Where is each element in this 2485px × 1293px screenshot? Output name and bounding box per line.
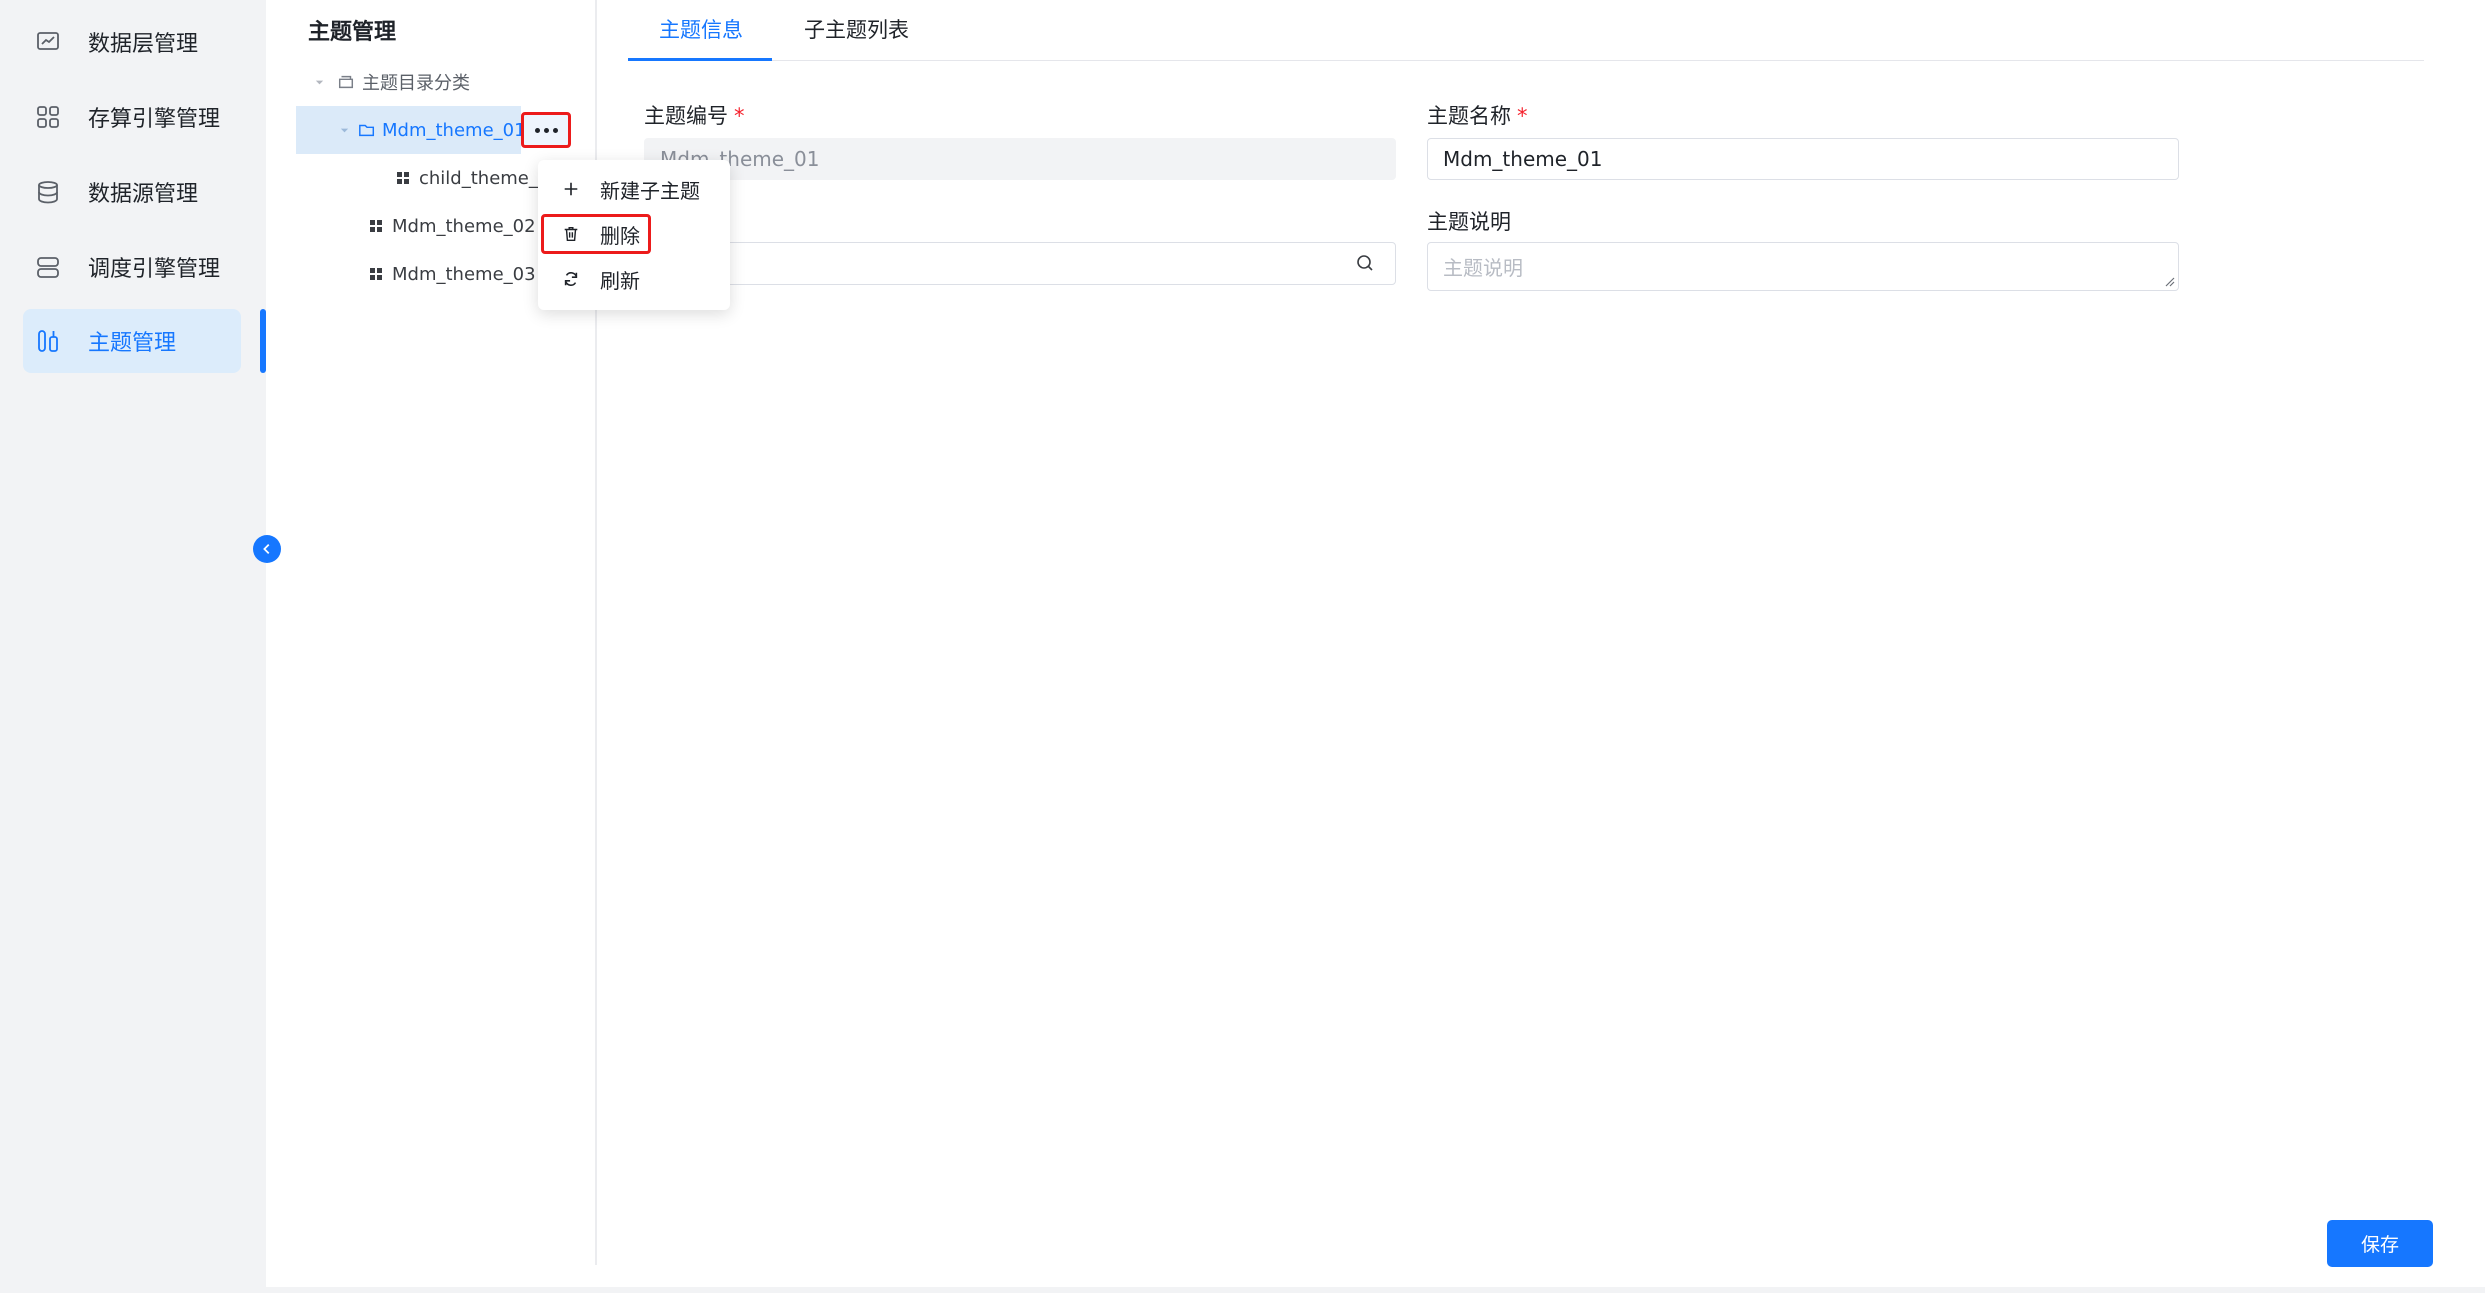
tree-root-node[interactable]: 主题目录分类	[312, 58, 562, 106]
nav-label-data-layer: 数据层管理	[88, 32, 199, 57]
tab-theme-info[interactable]: 主题信息	[659, 14, 743, 44]
tree-node-label: Mdm_theme_02	[392, 215, 536, 237]
tab-divider	[628, 60, 2424, 61]
main-content: 主题信息 子主题列表 主题编号 * Mdm_theme_01 主题名称 * Mdm_…	[598, 0, 2485, 1293]
chevron-left-icon	[263, 544, 270, 554]
nav-label-engine: 存算引擎管理	[88, 107, 221, 132]
theme-code-input[interactable]: Mdm_theme_01	[644, 138, 1396, 180]
data-layer-icon	[33, 27, 63, 57]
save-button[interactable]: 保存	[2327, 1220, 2433, 1267]
theme-desc-label: 主题说明	[1427, 210, 1511, 234]
database-icon	[33, 177, 63, 207]
server-icon	[33, 252, 63, 282]
caret-down-icon[interactable]	[339, 123, 350, 137]
engine-grid-icon	[33, 102, 63, 132]
nav-item-engine[interactable]: 存算引擎管理	[23, 85, 241, 149]
menu-item-label: 新建子主题	[600, 178, 700, 203]
side-nav: 数据层管理 存算引擎管理 数据源管理 调度引擎管理 主题管理	[0, 0, 266, 1293]
bottom-edge	[266, 1287, 2485, 1293]
search-icon	[1357, 255, 1373, 271]
nav-item-data-layer[interactable]: 数据层管理	[23, 10, 241, 74]
nav-item-theme[interactable]: 主题管理	[23, 309, 241, 373]
menu-item-new-child[interactable]: 新建子主题	[560, 171, 700, 207]
trash-icon	[560, 223, 582, 245]
tab-child-theme-list[interactable]: 子主题列表	[804, 14, 909, 44]
tree-panel-title: 主题管理	[308, 20, 397, 45]
more-dots-icon	[534, 127, 540, 133]
grid-node-icon	[366, 264, 386, 284]
caret-down-icon[interactable]	[312, 75, 326, 89]
nav-label-theme: 主题管理	[88, 331, 177, 356]
menu-item-label: 刷新	[600, 268, 640, 293]
active-tab-underline	[628, 58, 772, 61]
nav-item-scheduler[interactable]: 调度引擎管理	[23, 235, 241, 299]
required-mark: *	[1517, 104, 1528, 128]
tree-node-mdm-theme-01[interactable]: Mdm_theme_01	[296, 106, 526, 154]
resize-handle-icon[interactable]	[2163, 275, 2175, 287]
theme-desc-textarea[interactable]: 主题说明	[1427, 242, 2179, 291]
node-context-menu: 新建子主题 删除 刷新	[538, 160, 730, 310]
nav-label-scheduler: 调度引擎管理	[88, 257, 221, 282]
folder-box-icon	[336, 72, 356, 92]
tree-root-label: 主题目录分类	[362, 73, 470, 94]
grid-node-icon	[393, 168, 413, 188]
theme-tools-icon	[33, 326, 63, 356]
theme-name-label: 主题名称 *	[1427, 104, 1528, 128]
collapse-sidebar-button[interactable]	[253, 535, 281, 563]
menu-item-label: 删除	[600, 223, 640, 248]
required-mark: *	[734, 104, 745, 128]
theme-name-input[interactable]: Mdm_theme_01	[1427, 138, 2179, 180]
plus-icon	[560, 178, 582, 200]
tree-node-label: Mdm_theme_03	[392, 263, 536, 285]
grid-node-icon	[366, 216, 386, 236]
parent-theme-select[interactable]	[644, 242, 1396, 285]
nav-label-datasource: 数据源管理	[88, 182, 199, 207]
nav-item-datasource[interactable]: 数据源管理	[23, 160, 241, 224]
tree-node-label: Mdm_theme_01	[382, 119, 526, 141]
menu-item-delete[interactable]: 删除	[560, 216, 640, 252]
theme-code-label: 主题编号 *	[644, 104, 745, 128]
node-more-button[interactable]	[521, 112, 571, 148]
menu-item-refresh[interactable]: 刷新	[560, 261, 640, 297]
folder-open-icon	[358, 120, 376, 140]
refresh-icon	[560, 268, 582, 290]
